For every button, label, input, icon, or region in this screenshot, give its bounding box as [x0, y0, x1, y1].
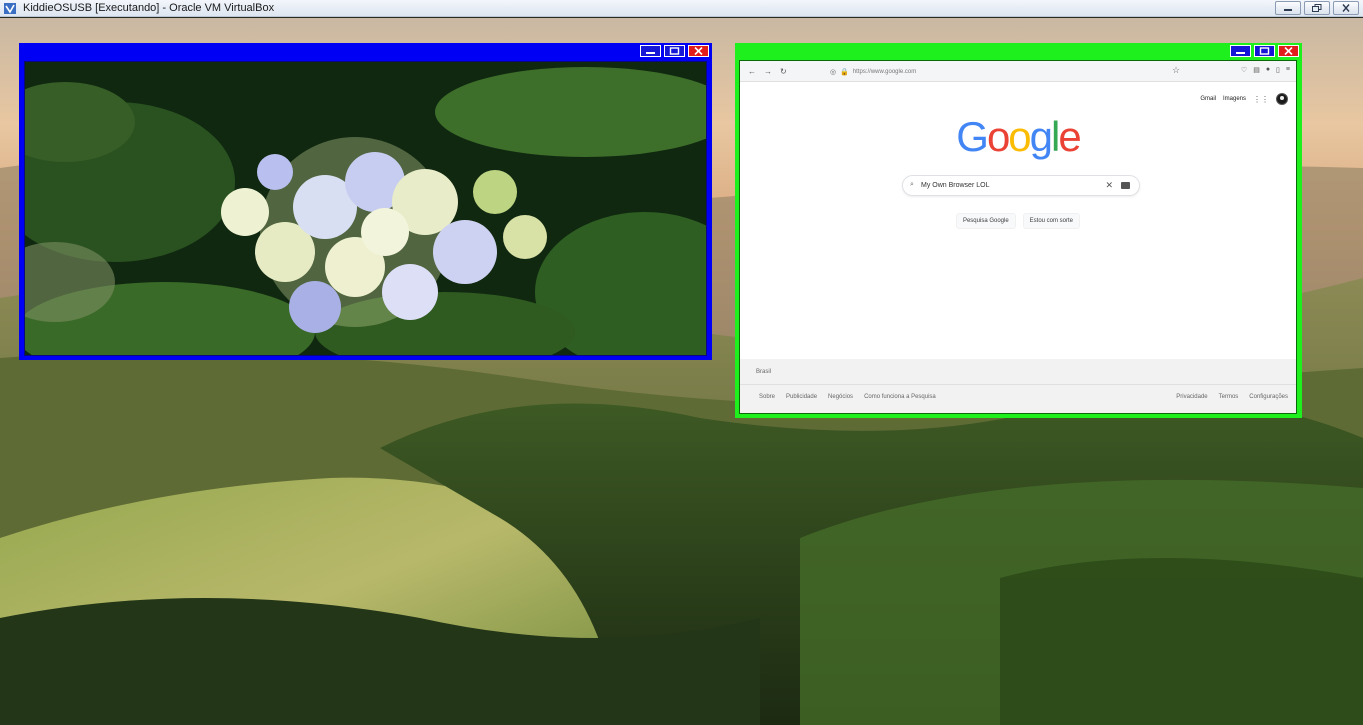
library-icon[interactable]: ▤	[1253, 66, 1260, 74]
browser-controls	[1230, 45, 1299, 57]
footer-link-terms[interactable]: Termos	[1219, 394, 1239, 400]
forward-arrow-icon[interactable]: →	[764, 67, 772, 76]
extensions-icon[interactable]: ▯	[1276, 66, 1280, 74]
reload-icon[interactable]: ↻	[780, 67, 787, 76]
search-input-value: My Own Browser LOL	[921, 182, 990, 189]
address-bar[interactable]: ◎ 🔒 https://www.google.com	[830, 66, 1190, 77]
footer-divider	[740, 384, 1296, 385]
guest-desktop[interactable]: ← → ↻ ◎ 🔒 https://www.google.com ☆ ♡ ▤ ●…	[0, 18, 1363, 725]
back-arrow-icon[interactable]: ←	[748, 67, 756, 76]
logo-letter: o	[1008, 113, 1031, 160]
browser-window[interactable]: ← → ↻ ◎ 🔒 https://www.google.com ☆ ♡ ▤ ●…	[735, 43, 1302, 418]
pocket-icon[interactable]: ♡	[1241, 66, 1247, 74]
lock-icon: 🔒	[840, 68, 849, 76]
host-minimize-button[interactable]	[1275, 1, 1301, 15]
images-link[interactable]: Imagens	[1223, 96, 1246, 102]
browser-nav: ← → ↻	[748, 67, 787, 76]
hydrangea-image	[24, 61, 707, 356]
apps-grid-icon[interactable]: ⋮⋮	[1253, 95, 1269, 104]
keyboard-icon[interactable]	[1121, 182, 1130, 189]
host-close-button[interactable]	[1333, 1, 1359, 15]
image-viewer-controls	[640, 45, 709, 57]
footer-link-settings[interactable]: Configurações	[1249, 394, 1288, 400]
image-viewer-window[interactable]	[19, 43, 712, 360]
footer-left-links: Sobre Publicidade Negócios Como funciona…	[759, 394, 936, 400]
search-buttons: Pesquisa Google Estou com sorte	[740, 213, 1296, 229]
search-icon: ⌕	[910, 181, 914, 188]
host-window-controls	[1275, 1, 1359, 15]
image-viewer-minimize-button[interactable]	[640, 45, 661, 57]
footer-link-how-search-works[interactable]: Como funciona a Pesquisa	[864, 394, 936, 400]
footer-right-links: Privacidade Termos Configurações	[1176, 394, 1288, 400]
logo-letter: G	[956, 113, 989, 160]
browser-content: ← → ↻ ◎ 🔒 https://www.google.com ☆ ♡ ▤ ●…	[739, 60, 1297, 414]
google-footer: Brasil Sobre Publicidade Negócios Como f…	[740, 359, 1296, 413]
browser-minimize-button[interactable]	[1230, 45, 1251, 57]
host-restore-button[interactable]	[1304, 1, 1330, 15]
browser-toolbar: ← → ↻ ◎ 🔒 https://www.google.com ☆ ♡ ▤ ●…	[740, 61, 1296, 82]
feeling-lucky-button[interactable]: Estou com sorte	[1022, 213, 1081, 229]
browser-toolbar-icons: ♡ ▤ ● ▯ ≡	[1241, 66, 1290, 74]
footer-link-business[interactable]: Negócios	[828, 394, 853, 400]
footer-country: Brasil	[756, 369, 772, 375]
image-viewer-maximize-button[interactable]	[664, 45, 685, 57]
footer-link-about[interactable]: Sobre	[759, 394, 775, 400]
browser-titlebar[interactable]	[735, 43, 1302, 59]
host-window-title: KiddieOSUSB [Executando] - Oracle VM Vir…	[23, 2, 275, 14]
browser-close-button[interactable]	[1278, 45, 1299, 57]
image-viewer-titlebar[interactable]	[19, 43, 712, 59]
google-top-links: Gmail Imagens ⋮⋮	[1200, 93, 1288, 105]
bookmark-star-icon[interactable]: ☆	[1172, 65, 1180, 76]
google-search-button[interactable]: Pesquisa Google	[955, 213, 1016, 229]
search-input[interactable]: ⌕ My Own Browser LOL ✕	[902, 175, 1140, 196]
menu-icon[interactable]: ≡	[1286, 66, 1290, 74]
logo-letter: g	[1029, 113, 1053, 160]
host-titlebar: KiddieOSUSB [Executando] - Oracle VM Vir…	[0, 0, 1363, 17]
google-logo: Google	[740, 113, 1296, 161]
address-bar-url: https://www.google.com	[852, 68, 917, 75]
image-viewer-close-button[interactable]	[688, 45, 709, 57]
virtualbox-icon	[3, 2, 17, 15]
shield-icon: ◎	[830, 68, 837, 76]
gmail-link[interactable]: Gmail	[1200, 96, 1216, 102]
footer-link-privacy[interactable]: Privacidade	[1176, 394, 1207, 400]
footer-link-advertising[interactable]: Publicidade	[786, 394, 817, 400]
logo-letter: o	[986, 113, 1010, 160]
logo-letter: e	[1058, 113, 1081, 160]
avatar[interactable]	[1276, 93, 1288, 105]
browser-maximize-button[interactable]	[1254, 45, 1275, 57]
clear-icon[interactable]: ✕	[1105, 180, 1113, 191]
account-icon[interactable]: ●	[1266, 66, 1270, 74]
